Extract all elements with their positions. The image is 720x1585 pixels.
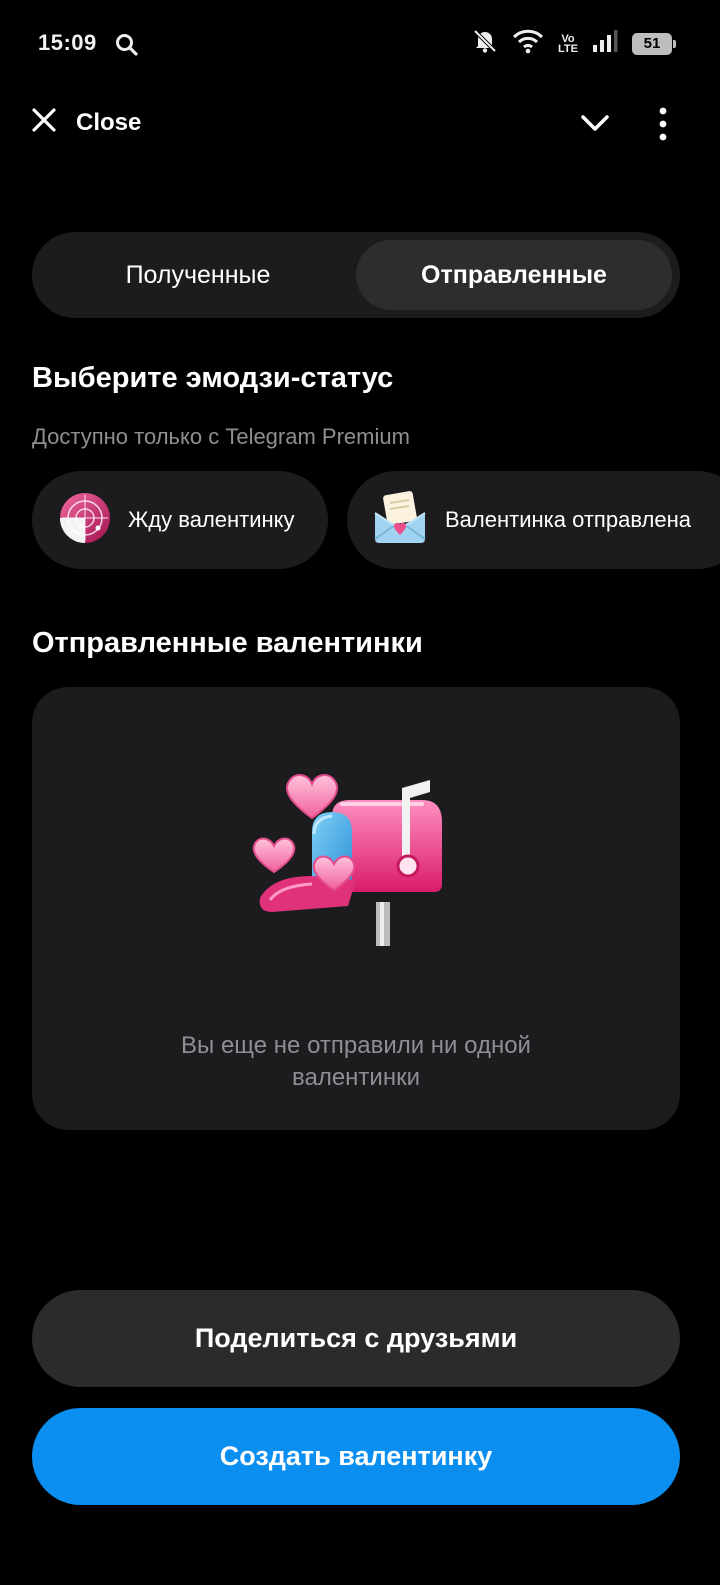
emoji-status-title: Выберите эмодзи-статус xyxy=(32,362,394,394)
emoji-status-label: Жду валентинку xyxy=(128,507,295,532)
volte-top: Vo xyxy=(561,32,575,45)
volte-icon: Vo LTE xyxy=(558,32,578,55)
bell-off-icon xyxy=(472,28,498,59)
emoji-status-subtitle: Доступно только с Telegram Premium xyxy=(32,424,410,449)
more-vertical-icon[interactable] xyxy=(650,106,676,147)
volte-bottom: LTE xyxy=(558,42,578,55)
close-icon xyxy=(30,106,58,139)
battery-level: 51 xyxy=(643,35,661,52)
tab-received[interactable]: Полученные xyxy=(40,240,356,310)
status-time: 15:09 xyxy=(38,30,97,55)
emoji-status-option-sent[interactable]: Валентинка отправлена xyxy=(347,471,720,569)
wifi-icon xyxy=(512,28,544,59)
sent-valentines-empty-text: Вы еще не отправили ни одной валентинки xyxy=(32,1030,680,1094)
sent-valentines-title: Отправленные валентинки xyxy=(32,627,423,659)
battery-icon: 51 xyxy=(632,32,676,55)
chevron-down-icon[interactable] xyxy=(578,108,612,143)
signal-icon xyxy=(592,29,618,58)
create-valentine-button[interactable]: Создать валентинку xyxy=(32,1408,680,1505)
mailbox-hearts-icon xyxy=(252,772,462,957)
tab-sent[interactable]: Отправленные xyxy=(356,240,672,310)
empty-text-line-2: валентинки xyxy=(292,1064,420,1091)
close-label: Close xyxy=(76,108,142,136)
emoji-status-label: Валентинка отправлена xyxy=(445,507,691,532)
tabs-segmented-control: Полученные Отправленные xyxy=(32,232,680,318)
radar-icon xyxy=(58,491,112,550)
envelope-heart-icon xyxy=(371,489,429,552)
share-with-friends-button[interactable]: Поделиться с друзьями xyxy=(32,1290,680,1387)
close-button[interactable]: Close xyxy=(30,106,141,139)
search-icon xyxy=(114,32,140,63)
emoji-status-option-waiting[interactable]: Жду валентинку xyxy=(32,471,328,569)
empty-text-line-1: Вы еще не отправили ни одной xyxy=(181,1032,531,1059)
status-icons: Vo LTE 51 xyxy=(472,28,676,59)
